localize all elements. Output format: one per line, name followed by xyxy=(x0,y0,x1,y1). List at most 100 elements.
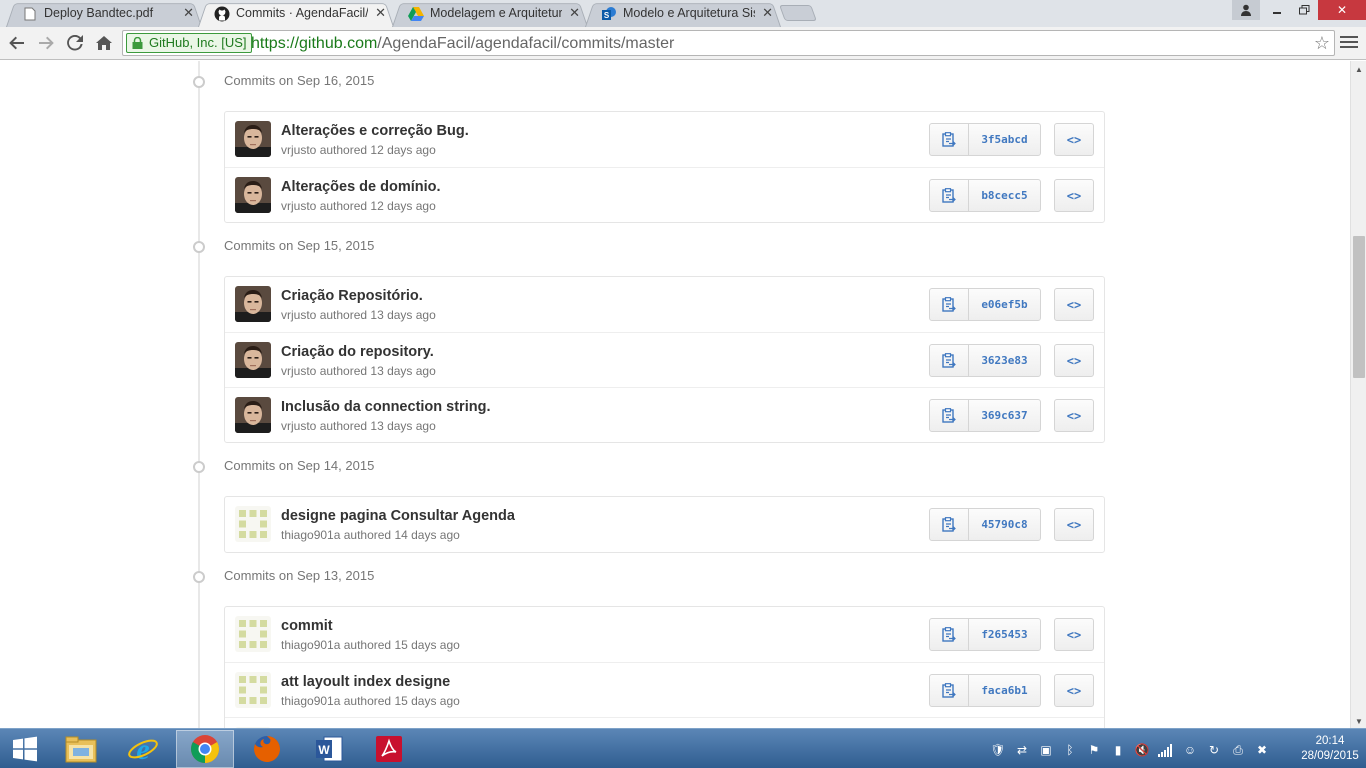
copy-sha-button[interactable] xyxy=(930,180,969,211)
taskbar-word[interactable]: W xyxy=(300,730,358,768)
commit-message-link[interactable]: Alterações de domínio. xyxy=(281,179,441,195)
windows-logo-icon xyxy=(13,736,37,762)
printer-tray-icon[interactable]: ⎙ xyxy=(1230,742,1246,758)
commit-author-link[interactable]: thiago901a xyxy=(281,694,340,708)
bookmark-star-icon[interactable]: ☆ xyxy=(1314,33,1330,54)
taskbar-acrobat[interactable] xyxy=(360,730,418,768)
commit-row: designe pagina Consultar Agenda thiago901… xyxy=(225,497,1104,552)
wifi-signal-tray-icon[interactable] xyxy=(1158,742,1174,758)
author-avatar[interactable] xyxy=(235,672,271,708)
commit-author-link[interactable]: vrjusto xyxy=(281,419,316,433)
browse-code-button[interactable]: <> xyxy=(1054,344,1094,377)
author-avatar[interactable] xyxy=(235,397,271,433)
copy-sha-button[interactable] xyxy=(930,400,969,431)
close-window-button[interactable]: ✕ xyxy=(1318,0,1366,20)
network-error-tray-icon[interactable]: ✖ xyxy=(1254,742,1270,758)
close-tab-icon[interactable]: ✕ xyxy=(375,5,386,21)
bluetooth-tray-icon[interactable]: ᛒ xyxy=(1062,742,1078,758)
security-tray-icon[interactable]: 🛡 xyxy=(990,742,1006,758)
commit-sha-link[interactable]: b8cecc5 xyxy=(969,180,1040,211)
forward-icon[interactable] xyxy=(35,32,57,54)
author-avatar[interactable] xyxy=(235,616,271,652)
commit-sha-link[interactable]: faca6b1 xyxy=(969,675,1040,706)
author-avatar[interactable] xyxy=(235,286,271,322)
commit-message-link[interactable]: Criação do repository. xyxy=(281,344,434,360)
reload-icon[interactable] xyxy=(64,32,86,54)
back-icon[interactable] xyxy=(6,32,28,54)
tab-title: Modelagem e Arquitetura xyxy=(430,6,562,20)
tab-deploy-pdf[interactable]: Deploy Bandtec.pdf ✕ xyxy=(6,1,202,28)
commit-author-link[interactable]: vrjusto xyxy=(281,364,316,378)
taskbar-chrome[interactable] xyxy=(176,730,234,768)
browse-code-button[interactable]: <> xyxy=(1054,179,1094,212)
commit-message-link[interactable]: att layoult index designe xyxy=(281,674,450,690)
commit-author-link[interactable]: vrjusto xyxy=(281,308,316,322)
browse-code-button[interactable]: <> xyxy=(1054,123,1094,156)
start-button[interactable] xyxy=(0,730,50,768)
commit-author-link[interactable]: vrjusto xyxy=(281,143,316,157)
commit-sha-link[interactable]: 45790c8 xyxy=(969,509,1040,540)
chrome-menu-icon[interactable] xyxy=(1340,33,1358,53)
commit-meta: vrjusto authored 13 days ago xyxy=(281,364,436,378)
commit-author-link[interactable]: thiago901a xyxy=(281,638,340,652)
ev-certificate-badge[interactable]: GitHub, Inc. [US] xyxy=(126,33,252,53)
commit-author-link[interactable]: vrjusto xyxy=(281,199,316,213)
commit-message-link[interactable]: Alterações e correção Bug. xyxy=(281,123,469,139)
user-profile-icon[interactable] xyxy=(1232,0,1260,20)
commit-message-link[interactable]: commit xyxy=(281,618,333,634)
clipboard-icon xyxy=(942,627,956,642)
tab-modelagem[interactable]: Modelagem e Arquitetura ✕ xyxy=(392,1,588,28)
browse-code-button[interactable]: <> xyxy=(1054,618,1094,651)
copy-sha-button[interactable] xyxy=(930,124,969,155)
action-center-tray-icon[interactable]: ⚑ xyxy=(1086,742,1102,758)
browse-code-button[interactable]: <> xyxy=(1054,399,1094,432)
tab-github-commits[interactable]: Commits · AgendaFacil/ag ✕ xyxy=(198,1,394,28)
author-avatar[interactable] xyxy=(235,177,271,213)
copy-sha-button[interactable] xyxy=(930,675,969,706)
copy-sha-button[interactable] xyxy=(930,619,969,650)
taskbar-firefox[interactable] xyxy=(238,730,296,768)
clock-date: 28/09/2015 xyxy=(1301,750,1359,762)
scroll-thumb[interactable] xyxy=(1353,236,1365,378)
browse-code-button[interactable]: <> xyxy=(1054,508,1094,541)
author-avatar[interactable] xyxy=(235,342,271,378)
commit-message-link[interactable]: designe pagina Consultar Agenda xyxy=(281,508,515,524)
address-bar[interactable]: GitHub, Inc. [US] https://github.com/Age… xyxy=(122,30,1335,56)
commit-sha-link[interactable]: 3f5abcd xyxy=(969,124,1040,155)
taskbar-internet-explorer[interactable]: e xyxy=(114,730,172,768)
browse-code-button[interactable]: <> xyxy=(1054,674,1094,707)
commit-author-link[interactable]: thiago901a xyxy=(281,528,340,542)
commit-sha-link[interactable]: 3623e83 xyxy=(969,345,1040,376)
taskbar-file-explorer[interactable] xyxy=(52,730,110,768)
copy-sha-button[interactable] xyxy=(930,345,969,376)
browse-code-button[interactable]: <> xyxy=(1054,288,1094,321)
devices-tray-icon[interactable]: ▣ xyxy=(1038,742,1054,758)
commit-message-link[interactable]: Inclusão da connection string. xyxy=(281,399,490,415)
app-tray-icon[interactable]: ☺ xyxy=(1182,742,1198,758)
volume-muted-tray-icon[interactable]: 🔇 xyxy=(1134,742,1150,758)
battery-tray-icon[interactable]: ▮ xyxy=(1110,742,1126,758)
home-icon[interactable] xyxy=(93,32,115,54)
network-sync-tray-icon[interactable]: ⇄ xyxy=(1014,742,1030,758)
commit-sha-group: faca6b1 xyxy=(929,674,1041,707)
restore-button[interactable] xyxy=(1290,0,1318,20)
commit-sha-link[interactable]: f265453 xyxy=(969,619,1040,650)
scroll-down-arrow-icon[interactable]: ▼ xyxy=(1355,717,1363,726)
taskbar-clock[interactable]: 20:14 28/09/2015 xyxy=(1300,734,1360,764)
author-avatar[interactable] xyxy=(235,121,271,157)
copy-sha-button[interactable] xyxy=(930,289,969,320)
commit-message-link[interactable]: Criação Repositório. xyxy=(281,288,423,304)
scroll-up-arrow-icon[interactable]: ▲ xyxy=(1355,65,1363,74)
tab-modelo-arquitetura[interactable]: S Modelo e Arquitetura Sist ✕ xyxy=(585,1,781,28)
minimize-button[interactable] xyxy=(1264,0,1290,20)
page-scrollbar[interactable]: ▲ ▼ xyxy=(1350,61,1366,728)
copy-sha-button[interactable] xyxy=(930,509,969,540)
update-tray-icon[interactable]: ↻ xyxy=(1206,742,1222,758)
commit-sha-link[interactable]: e06ef5b xyxy=(969,289,1040,320)
close-tab-icon[interactable]: ✕ xyxy=(762,5,773,21)
close-tab-icon[interactable]: ✕ xyxy=(569,5,580,21)
new-tab-button[interactable] xyxy=(779,5,817,21)
commit-sha-link[interactable]: 369c637 xyxy=(969,400,1040,431)
author-avatar[interactable] xyxy=(235,506,271,542)
close-tab-icon[interactable]: ✕ xyxy=(183,5,194,21)
